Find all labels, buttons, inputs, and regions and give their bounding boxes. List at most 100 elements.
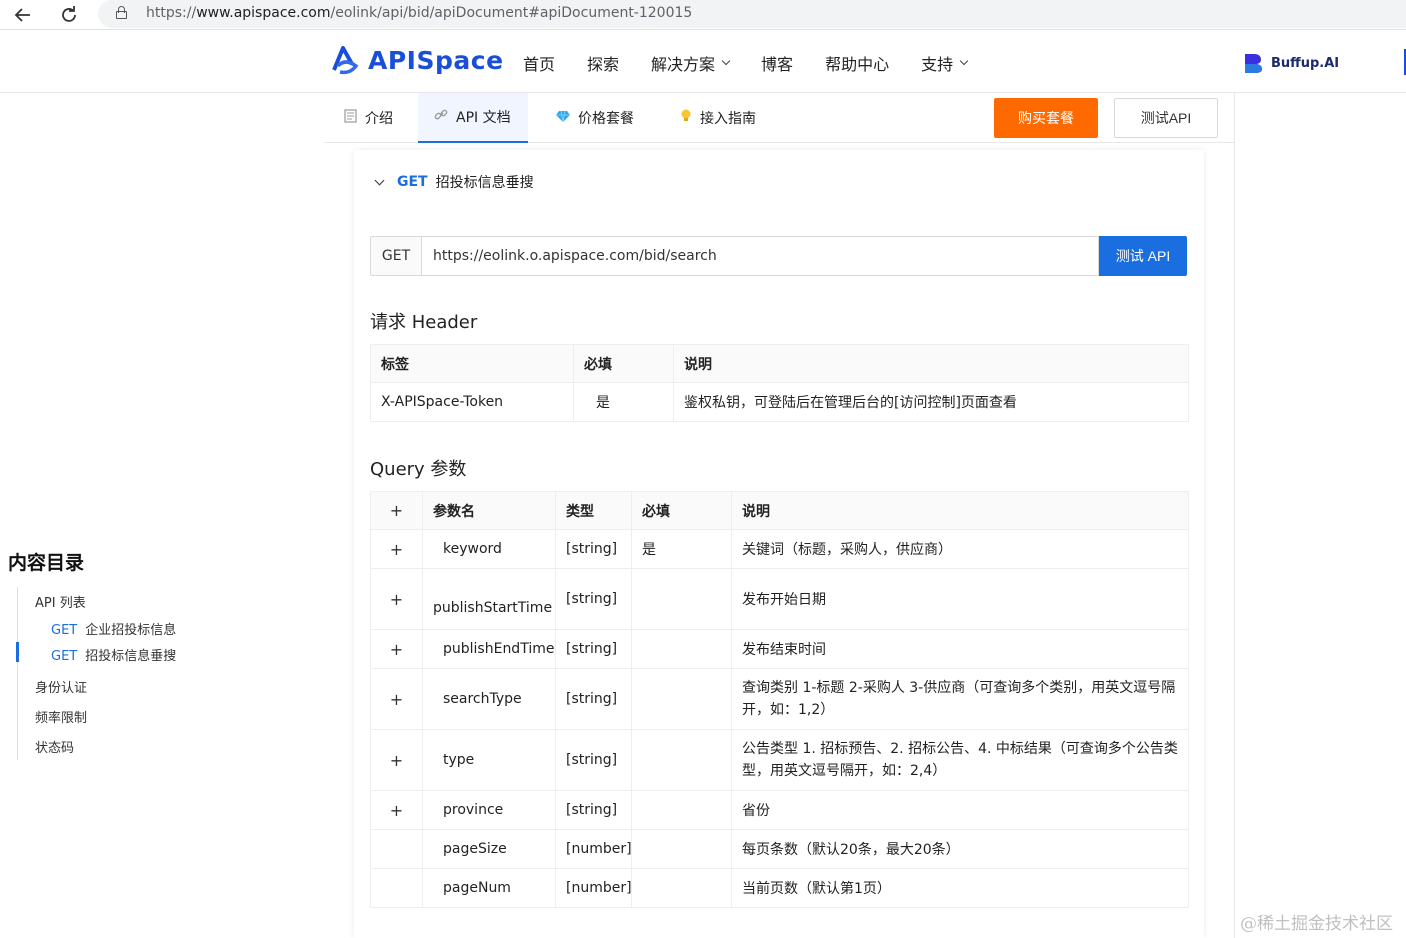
tab-api-docs[interactable]: API 文档 (418, 93, 528, 143)
nav-support[interactable]: 支持 (921, 51, 969, 75)
expand-row-icon[interactable]: + (370, 629, 423, 669)
send-test-api-button[interactable]: 测试 API (1099, 236, 1187, 276)
expand-row-icon[interactable]: + (370, 668, 423, 730)
request-header-table: 标签 必填 说明 X-APISpace-Token 是 鉴权私钥，可登陆后在管理… (370, 344, 1189, 422)
column-header: 标签 (370, 344, 574, 383)
param-desc: 每页条数（默认20条，最大20条） (731, 829, 1189, 869)
expand-row-icon[interactable]: + (370, 529, 423, 569)
table-row: + keyword [string] 是 关键词（标题，采购人，供应商） (370, 529, 1189, 569)
address-bar[interactable]: https://www.apispace.com/eolink/api/bid/… (98, 0, 1406, 28)
header-required: 是 (573, 382, 674, 422)
lock-icon (116, 6, 127, 19)
param-required (631, 668, 732, 730)
tab-pricing[interactable]: 价格套餐 (540, 93, 650, 143)
param-name: pageNum (422, 868, 556, 908)
watermark: @稀土掘金技术社区 (1240, 914, 1393, 934)
toc-sub-item-active[interactable]: GET 招投标信息垂搜 (51, 645, 176, 664)
top-nav: 首页 探索 解决方案 博客 帮助中心 支持 (523, 51, 999, 75)
expand-row-icon[interactable]: + (370, 568, 423, 630)
query-params-title: Query 参数 (370, 459, 467, 480)
apispace-logo[interactable]: APISpace (330, 43, 504, 77)
tab-intro[interactable]: 介绍 (328, 93, 409, 143)
toc-active-indicator (16, 642, 19, 662)
table-row: pageNum [number] 当前页数（默认第1页） (370, 868, 1189, 908)
column-header: 说明 (673, 344, 1189, 383)
table-row: + type [string] 公告类型 1. 招标预告、2. 招标公告、4. … (370, 729, 1189, 791)
param-type: [number] (555, 868, 632, 908)
chevron-down-icon (959, 56, 969, 66)
param-type: [string] (555, 629, 632, 669)
param-required (631, 790, 732, 830)
tab-intro-label: 介绍 (365, 111, 393, 127)
request-method-label: GET (370, 236, 422, 276)
param-desc: 发布开始日期 (731, 568, 1189, 630)
param-desc: 公告类型 1. 招标预告、2. 招标公告、4. 中标结果（可查询多个公告类型，用… (731, 729, 1189, 791)
test-api-button[interactable]: 测试API (1114, 98, 1218, 138)
bulb-icon (680, 109, 692, 127)
request-header-title: 请求 Header (370, 312, 478, 333)
endpoint-name: 招投标信息垂搜 (435, 175, 534, 191)
tab-api-docs-label: API 文档 (456, 110, 511, 126)
link-icon (434, 108, 448, 126)
toc-sub-label: 企业招投标信息 (85, 623, 177, 638)
toc-rate-limit[interactable]: 频率限制 (35, 707, 87, 726)
param-desc: 关键词（标题，采购人，供应商） (731, 529, 1189, 569)
param-required (631, 568, 732, 630)
table-row: X-APISpace-Token 是 鉴权私钥，可登陆后在管理后台的[访问控制]… (370, 382, 1189, 422)
back-arrow-icon[interactable] (10, 2, 36, 28)
param-required (631, 729, 732, 791)
param-name: province (422, 790, 556, 830)
nav-home[interactable]: 首页 (523, 51, 555, 75)
column-header: 类型 (555, 491, 632, 530)
toc-title: 内容目录 (8, 552, 85, 574)
toc-sub-item[interactable]: GET 企业招投标信息 (51, 619, 176, 638)
tab-pricing-label: 价格套餐 (578, 111, 634, 127)
toc-sub-method: GET (51, 623, 78, 638)
param-required (631, 868, 732, 908)
buffup-text: Buffup.AI (1271, 55, 1340, 71)
param-name: publishEndTime (422, 629, 556, 669)
param-desc: 当前页数（默认第1页） (731, 868, 1189, 908)
param-required (631, 629, 732, 669)
param-type: [string] (555, 568, 632, 630)
request-url-row: GET https://eolink.o.apispace.com/bid/se… (370, 236, 1187, 276)
column-header: 说明 (731, 491, 1189, 530)
request-url-field[interactable]: https://eolink.o.apispace.com/bid/search (422, 236, 1099, 276)
nav-solutions[interactable]: 解决方案 (651, 51, 731, 75)
param-type: [string] (555, 529, 632, 569)
endpoint-header[interactable]: GET 招投标信息垂搜 (374, 172, 534, 192)
expand-row-icon[interactable]: + (370, 729, 423, 791)
column-header: 必填 (573, 344, 674, 383)
toc-auth[interactable]: 身份认证 (35, 677, 87, 696)
param-required: 是 (631, 529, 732, 569)
endpoint-method: GET (397, 174, 428, 190)
table-row: + searchType [string] 查询类别 1-标题 2-采购人 3-… (370, 668, 1189, 730)
document-icon (344, 109, 357, 127)
nav-explore[interactable]: 探索 (587, 51, 619, 75)
reload-icon[interactable] (56, 2, 82, 28)
buy-plan-button[interactable]: 购买套餐 (994, 98, 1098, 138)
param-desc: 发布结束时间 (731, 629, 1189, 669)
buffup-link[interactable]: Buffup.AI (1243, 52, 1339, 74)
expand-row-icon[interactable]: + (370, 790, 423, 830)
param-type: [string] (555, 729, 632, 791)
table-row: + publishEndTime [string] 发布结束时间 (370, 629, 1189, 669)
empty-cell (370, 829, 423, 869)
chevron-down-icon (721, 56, 731, 66)
nav-help[interactable]: 帮助中心 (825, 51, 889, 75)
tab-guide[interactable]: 接入指南 (664, 93, 772, 143)
toc-api-list[interactable]: API 列表 (35, 592, 86, 611)
param-desc: 省份 (731, 790, 1189, 830)
toc-status-codes[interactable]: 状态码 (35, 737, 74, 756)
header-name: X-APISpace-Token (370, 382, 574, 422)
nav-blog[interactable]: 博客 (761, 51, 793, 75)
logo-text: APISpace (368, 45, 504, 75)
toc-sub-method: GET (51, 649, 78, 664)
toc-rail (17, 587, 18, 760)
nav-solutions-label: 解决方案 (651, 55, 716, 74)
address-bar-url: https://www.apispace.com/eolink/api/bid/… (146, 5, 693, 21)
empty-cell (370, 868, 423, 908)
param-name: type (422, 729, 556, 791)
expand-all-icon[interactable]: + (370, 491, 423, 530)
content-divider (1234, 93, 1235, 938)
